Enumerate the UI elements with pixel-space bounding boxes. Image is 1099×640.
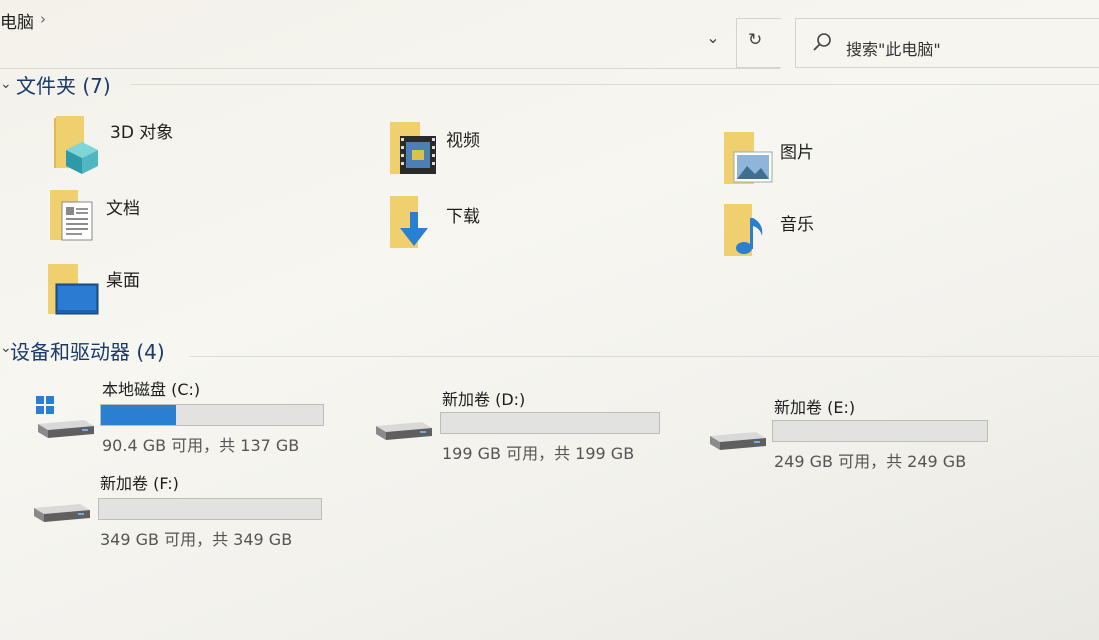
- drive-usage-bar: [100, 404, 324, 426]
- drive-c[interactable]: 本地磁盘 (C:) 90.4 GB 可用，共 137 GB: [30, 374, 350, 458]
- section-divider: [190, 356, 1099, 357]
- refresh-icon[interactable]: ↻: [748, 30, 762, 50]
- documents-folder-icon: [50, 190, 93, 241]
- 3d-objects-folder-icon: [54, 116, 98, 174]
- drive-d[interactable]: 新加卷 (D:) 199 GB 可用，共 199 GB: [370, 384, 690, 468]
- folder-pictures[interactable]: 图片: [718, 128, 998, 192]
- breadcrumb-this-pc[interactable]: 电脑: [0, 8, 34, 33]
- drive-label: 新加卷 (E:): [774, 398, 856, 417]
- address-history-dropdown-button[interactable]: ⌄: [700, 28, 726, 54]
- folder-label: 图片: [780, 143, 814, 163]
- folder-label: 桌面: [106, 271, 140, 291]
- pictures-folder-icon: [724, 132, 773, 184]
- folder-videos[interactable]: 视频: [384, 116, 664, 180]
- drive-label: 新加卷 (F:): [100, 474, 179, 493]
- drive-free-space: 199 GB 可用，共 199 GB: [442, 444, 635, 463]
- folder-label: 下载: [446, 207, 480, 227]
- folder-music[interactable]: 音乐: [718, 200, 998, 264]
- drive-free-space: 349 GB 可用，共 349 GB: [100, 530, 293, 549]
- hard-drive-icon: [34, 504, 90, 522]
- hard-drive-icon: [376, 422, 432, 440]
- drives-section-title[interactable]: 设备和驱动器 (4): [10, 336, 165, 365]
- folder-downloads[interactable]: 下载: [384, 192, 664, 256]
- drive-e[interactable]: 新加卷 (E:) 249 GB 可用，共 249 GB: [704, 394, 1024, 478]
- drive-label: 新加卷 (D:): [442, 390, 526, 409]
- videos-folder-icon: [390, 122, 436, 174]
- folder-desktop[interactable]: 桌面: [44, 260, 324, 324]
- search-icon: [813, 33, 831, 51]
- drive-free-space: 249 GB 可用，共 249 GB: [774, 452, 967, 471]
- drive-usage-bar: [98, 498, 322, 520]
- drive-usage-fill: [101, 405, 177, 425]
- hard-drive-icon: [710, 432, 766, 450]
- folder-label: 音乐: [780, 215, 814, 235]
- music-folder-icon: [724, 204, 763, 256]
- drive-free-space: 90.4 GB 可用，共 137 GB: [102, 436, 300, 455]
- search-placeholder: 搜索"此电脑": [846, 40, 941, 59]
- breadcrumb-chevron-icon[interactable]: ›: [40, 10, 46, 28]
- drive-usage-bar: [440, 412, 660, 434]
- folder-label: 视频: [446, 131, 480, 151]
- drive-usage-bar: [772, 420, 988, 442]
- address-bar-area: 电脑 › ⌄ ↻ 搜索"此电脑": [0, 0, 1099, 70]
- drive-label: 本地磁盘 (C:): [102, 380, 201, 399]
- folders-collapse-chevron-icon[interactable]: ⌄: [0, 76, 12, 92]
- folder-3d-objects[interactable]: 3D 对象: [44, 108, 324, 174]
- address-box[interactable]: [0, 16, 780, 69]
- section-divider: [130, 84, 1099, 85]
- folders-section-title[interactable]: 文件夹 (7): [16, 70, 111, 99]
- folder-documents[interactable]: 文档: [44, 186, 324, 250]
- desktop-folder-icon: [48, 264, 99, 315]
- system-drive-icon: [36, 396, 94, 438]
- chevron-down-icon: ⌄: [706, 28, 720, 47]
- downloads-folder-icon: [390, 196, 428, 248]
- folder-label: 3D 对象: [110, 123, 174, 143]
- drive-f[interactable]: 新加卷 (F:) 349 GB 可用，共 349 GB: [30, 468, 350, 552]
- folder-label: 文档: [106, 199, 140, 219]
- search-input[interactable]: [795, 18, 1099, 68]
